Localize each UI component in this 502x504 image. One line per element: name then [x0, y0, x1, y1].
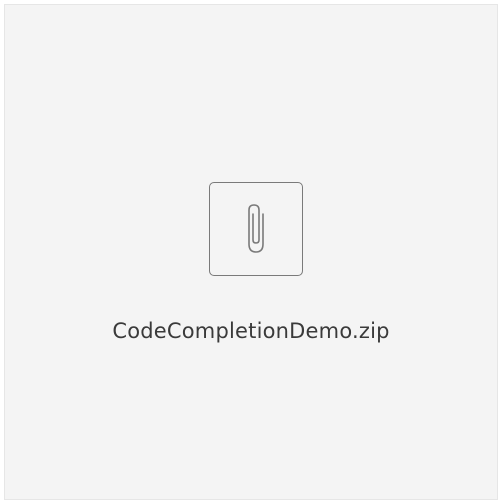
file-icon-frame [209, 182, 303, 276]
attachment-file-name[interactable]: CodeCompletionDemo.zip [5, 319, 497, 343]
paperclip-icon [236, 198, 276, 260]
attachment-preview-card[interactable]: CodeCompletionDemo.zip [4, 4, 498, 500]
